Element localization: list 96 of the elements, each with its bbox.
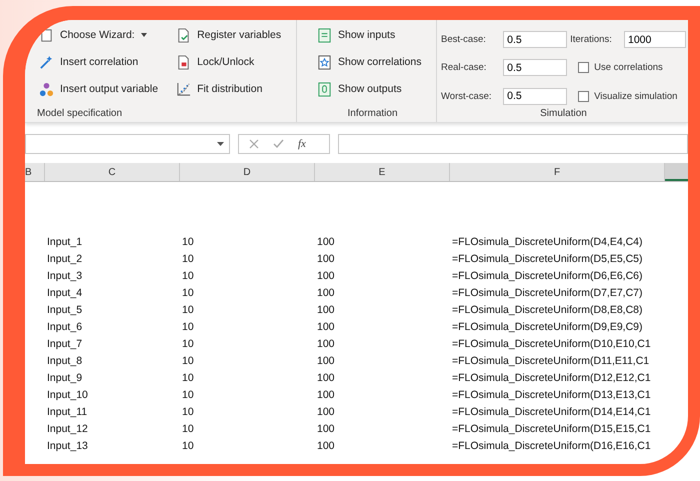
table-cell-text: Input_10 xyxy=(46,388,89,400)
checkbox-label: Visualize simulation xyxy=(594,90,678,102)
input-field[interactable]: 0.5 xyxy=(503,59,568,76)
checkbox[interactable] xyxy=(578,62,590,74)
ribbon-command[interactable]: Register variables xyxy=(174,24,284,46)
formula-input[interactable] xyxy=(338,134,688,154)
checkbox-label: Use correlations xyxy=(594,62,663,74)
document-icon xyxy=(39,28,54,42)
ribbon-command[interactable]: Insert output variable xyxy=(37,78,160,100)
table-cell-text: =FLOsimula_DiscreteUniform(D11,E11,C1 xyxy=(451,354,650,366)
table-cell-text: Input_2 xyxy=(46,252,84,264)
table-cell-text: =FLOsimula_DiscreteUniform(D9,E9,C9) xyxy=(451,320,644,332)
table-cell-text: =FLOsimula_DiscreteUniform(D10,E10,C1 xyxy=(451,338,652,350)
table-cell-text: =FLOsimula_DiscreteUniform(D5,E5,C5) xyxy=(451,252,644,264)
table-cell-text: 10 xyxy=(181,252,195,264)
table-cell-text: 100 xyxy=(316,252,336,264)
table-cell-text: 100 xyxy=(316,338,336,350)
column-header[interactable]: B xyxy=(25,163,45,181)
table-cell-text: 10 xyxy=(181,286,195,298)
table-cell-text: 10 xyxy=(181,406,195,418)
document-check-icon xyxy=(176,28,192,42)
table-cell-text: =FLOsimula_DiscreteUniform(D15,E15,C1 xyxy=(451,422,652,434)
ribbon-command[interactable]: Lock/Unlock xyxy=(174,51,284,73)
document-lock-icon xyxy=(176,54,192,70)
table-cell-text: =FLOsimula_DiscreteUniform(D4,E4,C4) xyxy=(451,236,644,248)
input-field[interactable]: 1000 xyxy=(624,31,686,48)
table-cell-text: 10 xyxy=(181,236,195,248)
table-cell-text: 10 xyxy=(181,422,195,434)
check-icon[interactable] xyxy=(273,139,284,149)
table-cell-text: 100 xyxy=(316,388,336,400)
list-document-icon xyxy=(317,28,332,42)
table-cell-text: Input_13 xyxy=(46,440,89,452)
table-cell-text: =FLOsimula_DiscreteUniform(D13,E13,C1 xyxy=(451,388,652,400)
column-header[interactable]: C xyxy=(45,163,180,181)
table-cell-text: 10 xyxy=(181,354,195,366)
ribbon-command[interactable]: Show inputs xyxy=(315,24,424,46)
table-cell-text: 10 xyxy=(181,270,195,282)
table-cell-text: Input_1 xyxy=(46,236,84,248)
table-cell-text: Input_5 xyxy=(46,304,84,316)
table-cell-text: Input_6 xyxy=(46,320,84,332)
table-cell-text: 100 xyxy=(316,304,336,316)
table-cell-text: 10 xyxy=(181,440,195,452)
table-cell-text: 10 xyxy=(181,372,195,384)
table-cell-text: 100 xyxy=(316,422,336,434)
field-label: Real-case: xyxy=(441,62,488,74)
magic-wand-icon xyxy=(39,54,54,70)
ribbon-command[interactable]: Show outputs xyxy=(315,78,424,100)
table-cell-text: =FLOsimula_DiscreteUniform(D8,E8,C8) xyxy=(451,304,644,316)
table-cell-text: Input_9 xyxy=(46,372,84,384)
table-cell-text: 10 xyxy=(181,388,195,400)
field-label: Worst-case: xyxy=(441,90,493,102)
group-label: Simulation xyxy=(539,108,588,121)
field-label: Best-case: xyxy=(441,34,487,46)
caret-icon xyxy=(217,142,224,146)
table-cell-text: 100 xyxy=(316,320,336,332)
table-cell-text: Input_12 xyxy=(46,422,89,434)
name-box[interactable] xyxy=(25,134,230,154)
ribbon-command[interactable]: Show correlations xyxy=(315,51,424,73)
insert-function-button[interactable]: fx xyxy=(298,138,306,150)
ribbon-command[interactable]: Fit distribution xyxy=(174,78,284,100)
table-cell-text: 100 xyxy=(316,440,336,452)
table-cell-text: Input_11 xyxy=(46,406,88,418)
table-cell-text: =FLOsimula_DiscreteUniform(D12,E12,C1 xyxy=(451,372,652,384)
output-document-icon xyxy=(317,82,332,96)
field-label: Iterations: xyxy=(570,34,613,46)
cancel-icon[interactable] xyxy=(249,139,259,149)
table-cell-text: 100 xyxy=(316,270,336,282)
scatter-chart-icon xyxy=(176,82,192,96)
checkbox[interactable] xyxy=(578,90,590,102)
input-field[interactable]: 0.5 xyxy=(503,88,568,105)
table-cell-text: =FLOsimula_DiscreteUniform(D6,E6,C6) xyxy=(451,270,644,282)
column-header[interactable]: E xyxy=(315,163,450,181)
table-cell-text: 10 xyxy=(181,304,195,316)
table-cell-text: =FLOsimula_DiscreteUniform(D7,E7,C7) xyxy=(451,286,644,298)
table-cell-text: Input_3 xyxy=(46,270,84,282)
ribbon-command[interactable]: Choose Wizard: xyxy=(37,24,160,46)
table-cell-text: 100 xyxy=(316,354,336,366)
table-cell-text: Input_8 xyxy=(46,354,84,366)
table-cell-text: Input_7 xyxy=(46,338,84,350)
ribbon-command[interactable]: Insert correlation xyxy=(37,51,160,73)
node-graph-icon xyxy=(39,82,54,96)
table-cell-text: =FLOsimula_DiscreteUniform(D16,E16,C1 xyxy=(451,440,652,452)
table-cell-text: Input_4 xyxy=(46,286,84,298)
input-field[interactable]: 0.5 xyxy=(503,31,568,48)
table-cell-text: =FLOsimula_DiscreteUniform(D14,E14,C1 xyxy=(451,406,652,418)
column-header[interactable]: D xyxy=(180,163,315,181)
star-document-icon xyxy=(317,54,332,70)
table-cell-text: 10 xyxy=(181,320,195,332)
table-cell-text: 100 xyxy=(316,372,336,384)
table-cell-text: 100 xyxy=(316,406,336,418)
group-label: Information xyxy=(346,108,399,121)
table-cell-text: 10 xyxy=(181,338,195,350)
table-cell-text: 100 xyxy=(316,286,336,298)
table-cell-text: 100 xyxy=(316,236,336,248)
group-label: Model specification xyxy=(37,108,124,121)
column-header[interactable] xyxy=(665,163,688,181)
